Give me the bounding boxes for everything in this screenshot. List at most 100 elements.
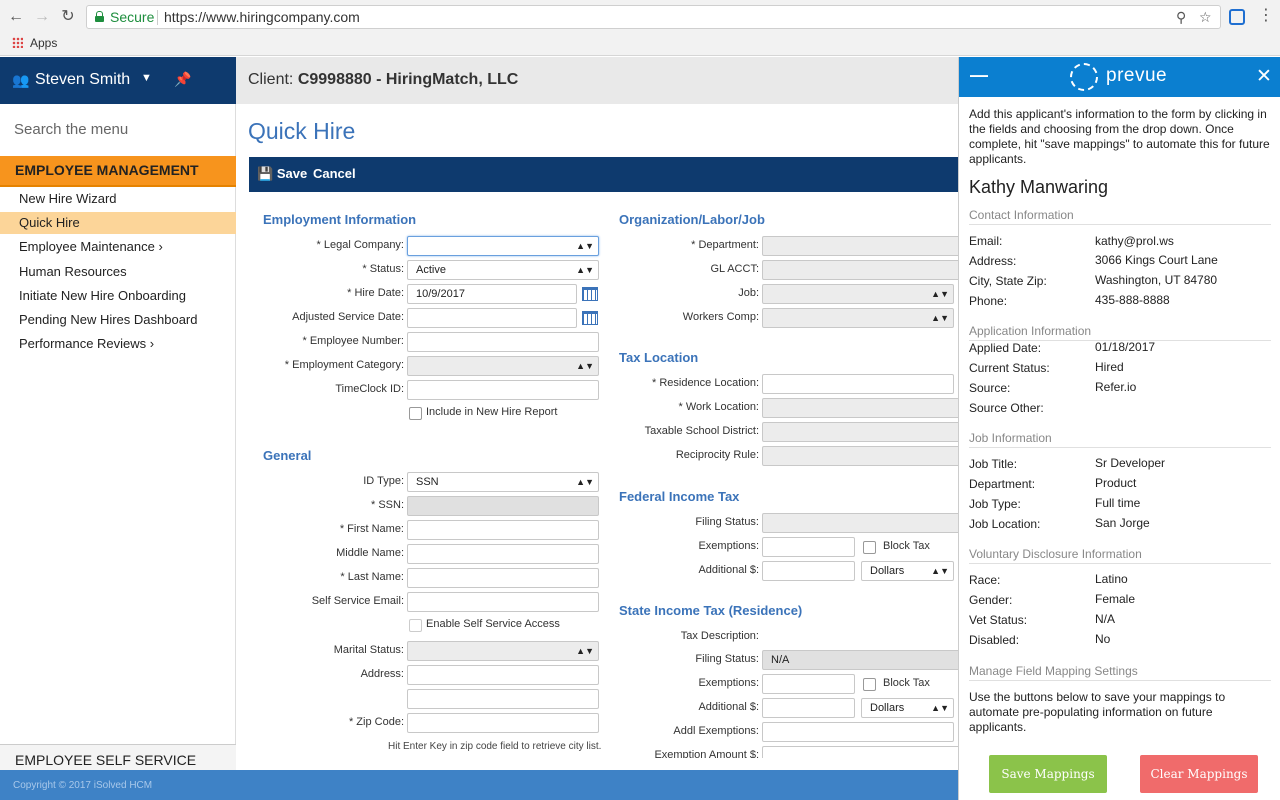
- email-value[interactable]: kathy@prol.ws: [1095, 234, 1174, 248]
- applied-date-value[interactable]: 01/18/2017: [1095, 340, 1155, 354]
- browser-menu-icon[interactable]: ⋮: [1258, 5, 1274, 25]
- job-location-label: Job Location:: [969, 517, 1041, 531]
- reciprocity-rule-input[interactable]: [762, 446, 958, 466]
- state-exemptions-input[interactable]: [762, 674, 855, 694]
- hire-date-input[interactable]: 10/9/2017: [407, 284, 577, 304]
- menu-item-pending-dashboard[interactable]: Pending New Hires Dashboard: [0, 309, 236, 331]
- toolbar: 💾 Save Cancel: [249, 157, 958, 192]
- applied-date-label: Applied Date:: [969, 341, 1042, 355]
- job-title-value[interactable]: Sr Developer: [1095, 456, 1165, 470]
- menu-item-human-resources[interactable]: Human Resources: [0, 261, 236, 283]
- menu-item-new-hire-wizard[interactable]: New Hire Wizard: [0, 188, 236, 210]
- employee-management-section[interactable]: EMPLOYEE MANAGEMENT: [0, 156, 236, 187]
- legal-company-select[interactable]: ▲▼: [407, 236, 599, 256]
- disabled-value[interactable]: No: [1095, 632, 1110, 646]
- state-additional-input[interactable]: [762, 698, 855, 718]
- federal-filing-status-select[interactable]: [762, 513, 958, 533]
- adjusted-service-date-input[interactable]: [407, 308, 577, 328]
- federal-dollars-select[interactable]: Dollars ▲▼: [861, 561, 954, 581]
- job-department-value[interactable]: Product: [1095, 476, 1136, 490]
- select-arrows-icon: ▲▼: [576, 265, 594, 275]
- state-filing-status-select[interactable]: N/A: [762, 650, 958, 670]
- cancel-button[interactable]: Cancel: [313, 166, 356, 181]
- workers-comp-select[interactable]: ▲▼: [762, 308, 954, 328]
- back-icon[interactable]: ←: [6, 7, 26, 27]
- last-name-input[interactable]: [407, 568, 599, 588]
- work-location-input[interactable]: [762, 398, 958, 418]
- menu-item-performance-reviews[interactable]: Performance Reviews ›: [0, 333, 236, 355]
- timeclock-id-input[interactable]: [407, 380, 599, 400]
- address-line2-input[interactable]: [407, 689, 599, 709]
- state-dollars-select[interactable]: Dollars ▲▼: [861, 698, 954, 718]
- save-button[interactable]: 💾 Save: [257, 166, 307, 182]
- include-report-label: Include in New Hire Report: [426, 406, 558, 418]
- address-value[interactable]: 3066 Kings Court Lane: [1095, 253, 1218, 267]
- first-name-input[interactable]: [407, 520, 599, 540]
- state-block-tax-checkbox[interactable]: [863, 678, 876, 691]
- job-type-value[interactable]: Full time: [1095, 496, 1140, 510]
- forward-icon[interactable]: →: [32, 7, 52, 27]
- pin-icon[interactable]: 📌: [174, 71, 191, 88]
- menu-item-employee-maintenance[interactable]: Employee Maintenance ›: [0, 236, 236, 258]
- menu-search-input[interactable]: Search the menu: [14, 121, 128, 138]
- employment-category-select[interactable]: ▲▼: [407, 356, 599, 376]
- middle-name-input[interactable]: [407, 544, 599, 564]
- race-value[interactable]: Latino: [1095, 572, 1128, 586]
- vet-status-value[interactable]: N/A: [1095, 612, 1115, 626]
- tax-location-title: Tax Location: [619, 350, 699, 365]
- include-report-checkbox[interactable]: [409, 407, 422, 420]
- gender-value[interactable]: Female: [1095, 592, 1135, 606]
- workers-comp-label: Workers Comp:: [682, 311, 759, 323]
- employee-number-input[interactable]: [407, 332, 599, 352]
- menu-item-quick-hire[interactable]: Quick Hire: [0, 212, 236, 234]
- tax-description-label: Tax Description:: [680, 630, 759, 642]
- job-location-value[interactable]: San Jorge: [1095, 516, 1150, 530]
- minimize-icon[interactable]: —: [970, 65, 988, 86]
- enable-self-service-checkbox[interactable]: [409, 619, 422, 632]
- calendar-icon[interactable]: [582, 287, 598, 301]
- job-select[interactable]: ▲▼: [762, 284, 954, 304]
- addl-exemptions-input[interactable]: [762, 722, 954, 742]
- federal-additional-input[interactable]: [762, 561, 855, 581]
- status-select[interactable]: Active ▲▼: [407, 260, 599, 280]
- gl-acct-input[interactable]: [762, 260, 958, 280]
- self-service-email-input[interactable]: [407, 592, 599, 612]
- residence-location-input[interactable]: [762, 374, 954, 394]
- ssn-input[interactable]: [407, 496, 599, 516]
- clear-mappings-button[interactable]: Clear Mappings: [1140, 755, 1258, 793]
- organization-title: Organization/Labor/Job: [619, 212, 765, 227]
- source-value[interactable]: Refer.io: [1095, 380, 1136, 394]
- taxable-school-district-input[interactable]: [762, 422, 958, 442]
- job-title-label: Job Title:: [969, 457, 1018, 471]
- id-type-value: SSN: [416, 476, 439, 488]
- federal-block-tax-checkbox[interactable]: [863, 541, 876, 554]
- key-icon[interactable]: ⚲: [1176, 6, 1186, 28]
- extension-icon[interactable]: [1229, 9, 1245, 25]
- zip-code-input[interactable]: [407, 713, 599, 733]
- apps-label: Apps: [30, 36, 58, 50]
- reload-icon[interactable]: ↻: [58, 7, 78, 27]
- phone-value[interactable]: 435-888-8888: [1095, 293, 1170, 307]
- marital-status-select[interactable]: ▲▼: [407, 641, 599, 661]
- menu-item-initiate-onboarding[interactable]: Initiate New Hire Onboarding: [0, 285, 236, 307]
- id-type-select[interactable]: SSN ▲▼: [407, 472, 599, 492]
- address-bar[interactable]: Secure https://www.hiringcompany.com ⚲ ☆: [86, 5, 1221, 29]
- select-arrows-icon: ▲▼: [576, 477, 594, 487]
- department-input[interactable]: [762, 236, 958, 256]
- select-arrows-icon: ▲▼: [576, 646, 594, 656]
- city-state-zip-value[interactable]: Washington, UT 84780: [1095, 273, 1217, 287]
- close-icon[interactable]: ✕: [1256, 65, 1272, 88]
- caret-down-icon[interactable]: ▼: [141, 72, 152, 84]
- federal-exemptions-label: Exemptions:: [698, 540, 759, 552]
- federal-exemptions-input[interactable]: [762, 537, 855, 557]
- address-line1-input[interactable]: [407, 665, 599, 685]
- calendar-icon[interactable]: [582, 311, 598, 325]
- copyright: Copyright © 2017 iSolved HCM: [13, 780, 153, 791]
- job-type-label: Job Type:: [969, 497, 1021, 511]
- current-status-value[interactable]: Hired: [1095, 360, 1124, 374]
- user-bar[interactable]: 👥 Steven Smith ▼ 📌: [0, 57, 236, 104]
- star-icon[interactable]: ☆: [1199, 6, 1212, 28]
- job-department-label: Department:: [969, 477, 1036, 491]
- save-mappings-button[interactable]: Save Mappings: [989, 755, 1107, 793]
- exemption-amount-input[interactable]: [762, 746, 958, 758]
